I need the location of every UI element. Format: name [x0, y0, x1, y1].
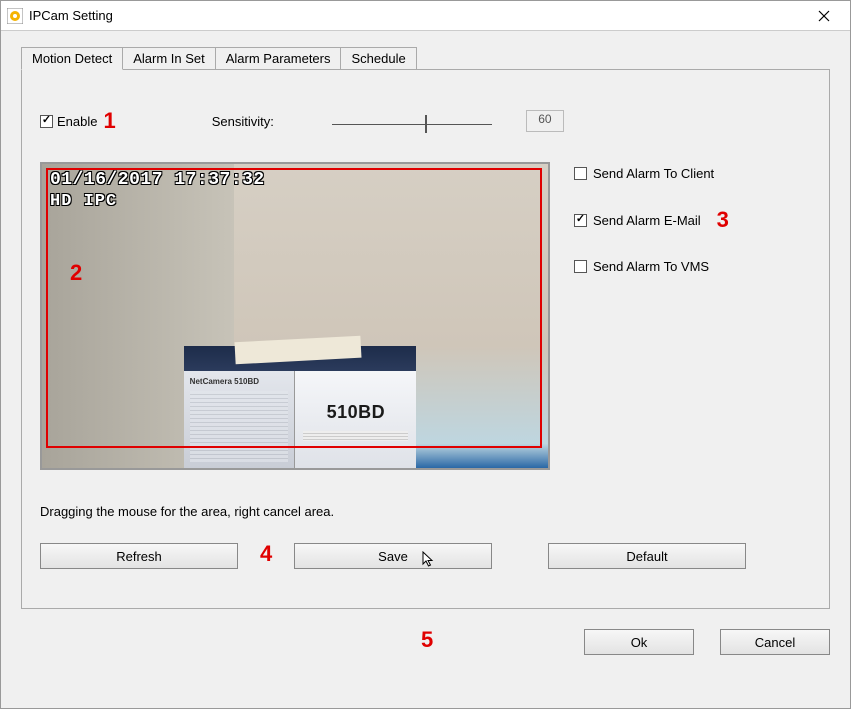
mid-row: NetCamera 510BD 510BD 01/16/2017 17:37:3… [40, 162, 811, 470]
checkbox-icon [574, 167, 587, 180]
app-window: IPCam Setting Motion Detect Alarm In Set… [0, 0, 851, 709]
enable-checkbox[interactable]: Enable [40, 114, 97, 129]
body: Motion Detect Alarm In Set Alarm Paramet… [1, 31, 850, 708]
alarm-options: Send Alarm To Client Send Alarm E-Mail 3… [574, 162, 729, 274]
checkbox-icon [574, 260, 587, 273]
annotation-1: 1 [103, 108, 115, 134]
tab-motion-detect[interactable]: Motion Detect [21, 47, 123, 70]
device-box: NetCamera 510BD 510BD [184, 346, 417, 468]
annotation-4: 4 [260, 541, 272, 567]
video-scene: NetCamera 510BD 510BD [42, 164, 548, 468]
close-button[interactable] [804, 2, 844, 30]
slider-track [332, 124, 492, 125]
dialog-buttons: 5 Ok Cancel [21, 629, 830, 655]
refresh-button[interactable]: Refresh [40, 543, 238, 569]
default-button[interactable]: Default [548, 543, 746, 569]
tab-alarm-parameters[interactable]: Alarm Parameters [215, 47, 342, 69]
window-title: IPCam Setting [29, 8, 804, 23]
tabstrip: Motion Detect Alarm In Set Alarm Paramet… [21, 45, 830, 69]
annotation-3: 3 [717, 207, 729, 233]
sensitivity-label: Sensitivity: [212, 114, 274, 129]
ok-button[interactable]: Ok [584, 629, 694, 655]
send-alarm-vms-label: Send Alarm To VMS [593, 259, 709, 274]
send-alarm-client-label: Send Alarm To Client [593, 166, 714, 181]
checkbox-icon [40, 115, 53, 128]
device-model: 510BD [303, 402, 408, 423]
close-icon [818, 10, 830, 22]
slider-thumb[interactable] [425, 115, 427, 133]
sensitivity-slider[interactable] [332, 111, 492, 131]
app-icon [7, 8, 23, 24]
tab-alarm-in-set[interactable]: Alarm In Set [122, 47, 216, 69]
send-alarm-email-label: Send Alarm E-Mail [593, 213, 701, 228]
video-preview[interactable]: NetCamera 510BD 510BD 01/16/2017 17:37:3… [40, 162, 550, 470]
sensitivity-value: 60 [526, 110, 564, 132]
enable-row: Enable 1 Sensitivity: 60 [40, 108, 811, 134]
cancel-button[interactable]: Cancel [720, 629, 830, 655]
checkbox-icon [574, 214, 587, 227]
tab-schedule[interactable]: Schedule [340, 47, 416, 69]
osd-timestamp: 01/16/2017 17:37:32 [50, 170, 265, 190]
osd-camera-name: HD IPC [50, 192, 117, 211]
device-brand: NetCamera 510BD [190, 377, 259, 386]
enable-label: Enable [57, 114, 97, 129]
send-alarm-client-checkbox[interactable]: Send Alarm To Client [574, 166, 729, 181]
titlebar: IPCam Setting [1, 1, 850, 31]
help-text: Dragging the mouse for the area, right c… [40, 504, 811, 519]
action-row: Refresh 4 Save Default [40, 543, 811, 569]
save-button[interactable]: Save [294, 543, 492, 569]
send-alarm-email-checkbox[interactable]: Send Alarm E-Mail [574, 213, 701, 228]
tab-pane-motion: Enable 1 Sensitivity: 60 [21, 69, 830, 609]
send-alarm-vms-checkbox[interactable]: Send Alarm To VMS [574, 259, 729, 274]
annotation-5: 5 [421, 627, 433, 653]
